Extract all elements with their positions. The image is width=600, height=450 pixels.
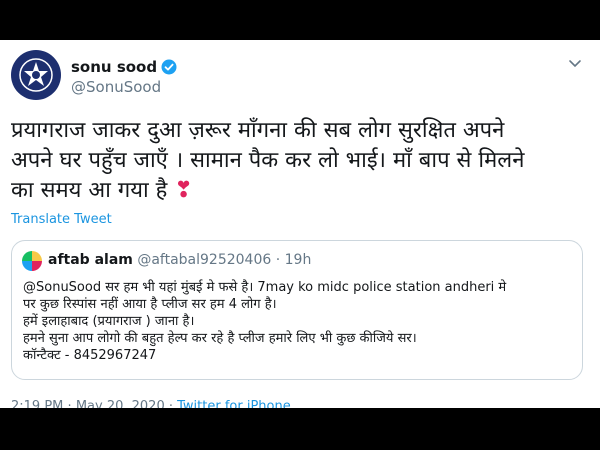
police-badge-icon bbox=[19, 58, 53, 92]
tweet-card: sonu sood @SonuSood प्रयागराज जाकर दुआ ज… bbox=[0, 40, 600, 408]
quoted-author-avatar[interactable] bbox=[22, 251, 42, 271]
author-avatar[interactable] bbox=[11, 50, 61, 100]
chevron-down-icon[interactable] bbox=[568, 56, 582, 70]
tweet-time[interactable]: 2:19 PM bbox=[11, 399, 63, 408]
quoted-tweet-text: @SonuSood सर हम भी यहां मुंबई मे फसे है।… bbox=[23, 279, 575, 364]
verified-badge-icon bbox=[161, 59, 177, 75]
quoted-tweet-header: aftab alam @aftabal92520406 · 19h bbox=[48, 252, 311, 268]
heart-exclamation-icon: ❣ bbox=[174, 178, 193, 203]
quoted-text-line: @SonuSood सर हम भी यहां मुंबई मे फसे है।… bbox=[23, 280, 507, 295]
tweet-text: प्रयागराज जाकर दुआ ज़रूर माँगना की सब लो… bbox=[11, 116, 591, 206]
author-name[interactable]: sonu sood bbox=[71, 58, 157, 76]
quoted-text-line: हमें इलाहाबाद (प्रयागराज ) जाना है। bbox=[23, 314, 195, 329]
quoted-author-handle[interactable]: @aftabal92520406 bbox=[137, 252, 271, 268]
separator-dot: · bbox=[168, 399, 173, 408]
separator-dot: · bbox=[275, 252, 281, 268]
tweet-date[interactable]: May 20, 2020 bbox=[76, 399, 165, 408]
tweet-text-line-part: का समय आ गया है bbox=[11, 178, 168, 203]
separator-dot: · bbox=[67, 399, 72, 408]
tweet-source-link[interactable]: Twitter for iPhone bbox=[177, 399, 291, 408]
quoted-tweet[interactable]: aftab alam @aftabal92520406 · 19h @SonuS… bbox=[11, 240, 583, 380]
quoted-text-line: पर कुछ रिस्पांस नहीं आया है प्लीज सर हम … bbox=[23, 297, 277, 312]
tweet-text-line: प्रयागराज जाकर दुआ ज़रूर माँगना की सब लो… bbox=[11, 118, 505, 143]
quoted-text-line: हमने सुना आप लोगो की बहुत हेल्प कर रहे ह… bbox=[23, 331, 417, 346]
tweet-text-line: का समय आ गया है ❣ bbox=[11, 176, 591, 206]
quoted-time[interactable]: 19h bbox=[285, 252, 312, 268]
tweet-footer: 2:19 PM · May 20, 2020 · Twitter for iPh… bbox=[11, 399, 291, 408]
tweet-text-line: अपने घर पहुँच जाएँ । सामान पैक कर लो भाई… bbox=[11, 148, 525, 173]
author-name-row[interactable]: sonu sood bbox=[71, 58, 177, 76]
quoted-text-line: कॉन्टैक्ट - 8452967247 bbox=[23, 348, 157, 363]
translate-tweet-link[interactable]: Translate Tweet bbox=[11, 212, 112, 227]
quoted-author-name[interactable]: aftab alam bbox=[48, 252, 133, 268]
author-handle[interactable]: @SonuSood bbox=[71, 78, 161, 96]
